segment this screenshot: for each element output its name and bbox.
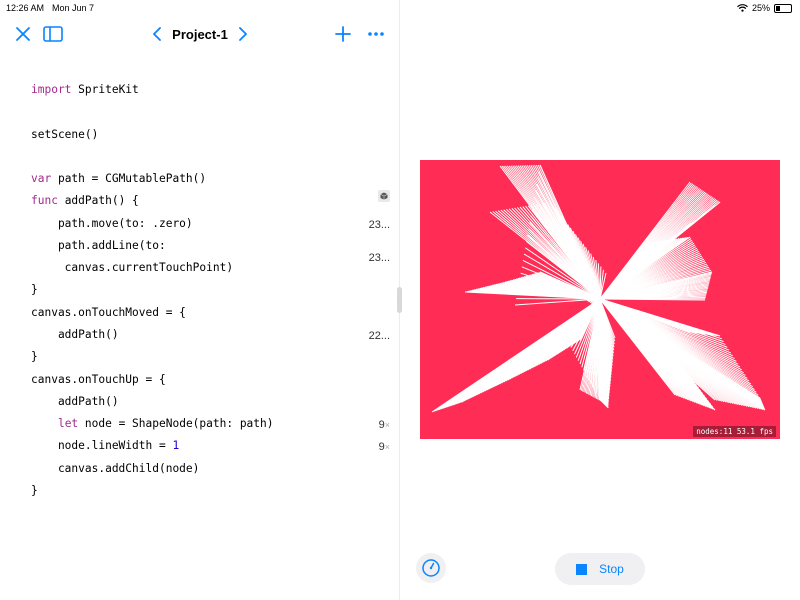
code-line[interactable]: func addPath() { (31, 194, 139, 207)
result-annotation[interactable]: 9× (379, 441, 390, 453)
live-view-pane: nodes:11 53.1 fps Stop (400, 16, 800, 600)
battery-percent: 25% (751, 3, 770, 13)
speedometer-icon[interactable] (416, 553, 446, 583)
close-icon[interactable] (13, 24, 33, 44)
code-line[interactable]: canvas.addChild(node) (31, 462, 199, 475)
code-line[interactable]: node.lineWidth = 1 (31, 439, 179, 452)
plus-icon[interactable] (333, 24, 353, 44)
code-line[interactable]: canvas.onTouchMoved = { (31, 306, 186, 319)
cube-icon[interactable] (378, 190, 390, 202)
result-annotation[interactable]: 22... (369, 330, 390, 342)
chevron-left-icon[interactable] (152, 27, 162, 41)
stop-icon (576, 563, 588, 575)
sidebar-icon[interactable] (43, 24, 63, 44)
sprite-canvas[interactable]: nodes:11 53.1 fps (420, 160, 780, 439)
stop-button[interactable]: Stop (555, 553, 645, 585)
wifi-icon (737, 4, 748, 12)
drawn-lines (431, 164, 766, 413)
code-line[interactable]: path.addLine(to: (31, 239, 166, 252)
code-line[interactable]: path.move(to: .zero) (31, 217, 193, 230)
fps-overlay: nodes:11 53.1 fps (693, 426, 776, 437)
status-date: Mon Jun 7 (52, 3, 95, 13)
result-annotation[interactable]: 9× (379, 419, 390, 431)
code-line[interactable]: addPath() (31, 395, 119, 408)
status-time: 12:26 AM (6, 3, 45, 13)
code-line[interactable]: } (31, 283, 38, 296)
battery-level (776, 5, 780, 11)
code-line[interactable]: canvas.currentTouchPoint) (31, 261, 233, 274)
code-line[interactable]: canvas.onTouchUp = { (31, 373, 166, 386)
editor-toolbar: Project-1 (0, 16, 399, 52)
result-annotation[interactable]: 23... (369, 252, 390, 264)
ellipsis-icon[interactable] (366, 24, 386, 44)
code-line[interactable]: } (31, 484, 38, 497)
project-title-bar: Project-1 (150, 24, 250, 44)
code-line[interactable]: } (31, 350, 38, 363)
status-right: 25% (737, 3, 792, 13)
code-line[interactable]: addPath() (31, 328, 119, 341)
code-line[interactable]: import SpriteKit (31, 83, 139, 96)
battery-icon (774, 3, 792, 13)
code-line[interactable]: setScene() (31, 128, 98, 141)
stop-label: Stop (599, 562, 624, 576)
editor-pane: Project-1 import SpriteKit setScene() va… (0, 16, 399, 600)
chevron-right-icon[interactable] (238, 27, 248, 41)
code-line[interactable]: var path = CGMutablePath() (31, 172, 206, 185)
result-annotation[interactable]: 23... (369, 219, 390, 231)
project-title: Project-1 (172, 26, 228, 42)
status-bar: 12:26 AM Mon Jun 7 25% (0, 0, 800, 16)
code-line[interactable]: let node = ShapeNode(path: path) (31, 417, 274, 430)
